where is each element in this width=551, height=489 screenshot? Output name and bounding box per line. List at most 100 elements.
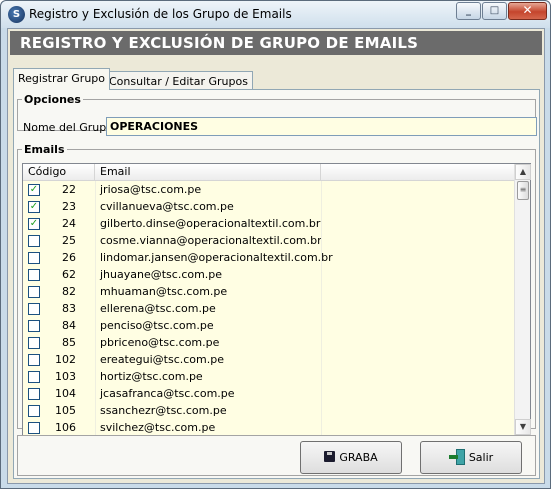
row-code: 83: [62, 302, 76, 315]
list-item[interactable]: 84 penciso@tsc.com.pe: [23, 317, 514, 334]
form-title: REGISTRO Y EXCLUSIÓN DE GRUPO DE EMAILS: [20, 34, 419, 52]
row-email: svilchez@tsc.com.pe: [100, 421, 216, 434]
title-bar[interactable]: S Registro y Exclusión de los Grupo de E…: [1, 1, 550, 28]
tab-panel-registrar: Opciones Nome del Grupo: OPERACIONES Ema…: [13, 89, 540, 479]
tab-consultar-editar-grupos[interactable]: Consultar / Editar Grupos: [104, 71, 253, 91]
graba-button[interactable]: GRABA: [300, 441, 402, 474]
chevron-down-icon: ▼: [519, 422, 527, 431]
column-divider: [95, 181, 96, 435]
scroll-thumb[interactable]: ≡: [517, 181, 529, 200]
row-email: jcasafranca@tsc.com.pe: [100, 387, 235, 400]
row-checkbox[interactable]: [28, 371, 40, 383]
opciones-legend: Opciones: [24, 93, 81, 106]
row-checkbox[interactable]: ✓: [28, 201, 40, 213]
maximize-button[interactable]: □: [482, 2, 507, 20]
row-checkbox[interactable]: ✓: [28, 184, 40, 196]
list-item[interactable]: 103 hortiz@tsc.com.pe: [23, 368, 514, 385]
window-title: Registro y Exclusión de los Grupo de Ema…: [29, 7, 292, 21]
scroll-up-button[interactable]: ▲: [515, 164, 531, 180]
chevron-up-icon: ▲: [519, 167, 527, 176]
list-item[interactable]: 83 ellerena@tsc.com.pe: [23, 300, 514, 317]
row-checkbox[interactable]: [28, 252, 40, 264]
row-code: 104: [55, 387, 76, 400]
row-code: 62: [62, 268, 76, 281]
row-email: mhuaman@tsc.com.pe: [100, 285, 228, 298]
form-header: REGISTRO Y EXCLUSIÓN DE GRUPO DE EMAILS: [10, 31, 542, 55]
row-checkbox[interactable]: [28, 286, 40, 298]
salir-button[interactable]: Salir: [420, 441, 522, 474]
column-divider: [321, 181, 322, 435]
list-rows: ✓ 22 jriosa@tsc.com.pe ✓ 23 cvillanueva@tsc.c…: [23, 181, 514, 435]
group-name-input[interactable]: OPERACIONES: [106, 117, 537, 136]
row-email: ellerena@tsc.com.pe: [100, 302, 216, 315]
row-email: penciso@tsc.com.pe: [100, 319, 214, 332]
list-item[interactable]: 85 pbriceno@tsc.com.pe: [23, 334, 514, 351]
row-email: jhuayane@tsc.com.pe: [100, 268, 223, 281]
tab-registrar-grupo[interactable]: Registrar Grupo: [13, 68, 111, 90]
row-checkbox[interactable]: [28, 354, 40, 366]
row-checkbox[interactable]: [28, 388, 40, 400]
row-code: 26: [62, 251, 76, 264]
salir-label: Salir: [468, 451, 494, 464]
close-button[interactable]: ✕: [508, 2, 547, 20]
row-email: gilberto.dinse@operacionaltextil.com.br: [100, 217, 321, 230]
row-email: pbriceno@tsc.com.pe: [100, 336, 220, 349]
maximize-icon: □: [489, 5, 500, 16]
graba-label: GRABA: [339, 451, 378, 464]
button-area: GRABA Salir: [17, 435, 536, 476]
list-item[interactable]: 104 jcasafranca@tsc.com.pe: [23, 385, 514, 402]
row-code: 24: [62, 217, 76, 230]
group-name-label: Nome del Grupo:: [23, 121, 117, 134]
list-item[interactable]: 62 jhuayane@tsc.com.pe: [23, 266, 514, 283]
emails-group: Emails Código Email ✓ 22 jriosa@tsc.com.pe…: [17, 143, 536, 436]
list-item[interactable]: 105 ssanchezr@tsc.com.pe: [23, 402, 514, 419]
exit-door-icon: [448, 449, 465, 465]
column-header-blank: [321, 164, 514, 181]
row-checkbox[interactable]: [28, 405, 40, 417]
vertical-scrollbar[interactable]: ▲ ≡ ▼: [514, 164, 531, 435]
row-code: 103: [55, 370, 76, 383]
row-code: 102: [55, 353, 76, 366]
emails-list[interactable]: Código Email ✓ 22 jriosa@tsc.com.pe ✓ 23 cvil…: [22, 163, 531, 436]
row-code: 25: [62, 234, 76, 247]
list-item[interactable]: 26 lindomar.jansen@operacionaltextil.com.…: [23, 249, 514, 266]
row-checkbox[interactable]: ✓: [28, 218, 40, 230]
app-window: S Registro y Exclusión de los Grupo de E…: [0, 0, 551, 489]
floppy-disk-icon: [324, 451, 336, 462]
list-item[interactable]: 25 cosme.vianna@operacionaltextil.com.br: [23, 232, 514, 249]
row-checkbox[interactable]: [28, 422, 40, 434]
list-item[interactable]: ✓ 23 cvillanueva@tsc.com.pe: [23, 198, 514, 215]
row-checkbox[interactable]: [28, 320, 40, 332]
row-checkbox[interactable]: [28, 303, 40, 315]
list-item[interactable]: ✓ 22 jriosa@tsc.com.pe: [23, 181, 514, 198]
row-checkbox[interactable]: [28, 235, 40, 247]
row-email: cvillanueva@tsc.com.pe: [100, 200, 234, 213]
column-header-email[interactable]: Email: [95, 164, 321, 181]
list-item[interactable]: 82 mhuaman@tsc.com.pe: [23, 283, 514, 300]
list-item[interactable]: 106 svilchez@tsc.com.pe: [23, 419, 514, 435]
minimize-icon: _: [466, 5, 471, 16]
row-code: 106: [55, 421, 76, 434]
row-code: 22: [62, 183, 76, 196]
row-email: lindomar.jansen@operacionaltextil.com.br: [100, 251, 333, 264]
row-code: 82: [62, 285, 76, 298]
row-code: 23: [62, 200, 76, 213]
scroll-down-button[interactable]: ▼: [515, 419, 531, 435]
row-email: jriosa@tsc.com.pe: [100, 183, 202, 196]
row-checkbox[interactable]: [28, 269, 40, 281]
app-logo-icon[interactable]: S: [8, 6, 25, 23]
row-email: cosme.vianna@operacionaltextil.com.br: [100, 234, 322, 247]
list-header: Código Email: [23, 164, 514, 181]
row-checkbox[interactable]: [28, 337, 40, 349]
opciones-group: Opciones Nome del Grupo: OPERACIONES: [17, 93, 537, 136]
row-email: hortiz@tsc.com.pe: [100, 370, 203, 383]
emails-legend: Emails: [24, 143, 65, 156]
row-code: 85: [62, 336, 76, 349]
list-item[interactable]: 102 ereategui@tsc.com.pe: [23, 351, 514, 368]
row-code: 105: [55, 404, 76, 417]
row-code: 84: [62, 319, 76, 332]
row-email: ssanchezr@tsc.com.pe: [100, 404, 227, 417]
minimize-button[interactable]: _: [456, 2, 481, 20]
column-header-codigo[interactable]: Código: [23, 164, 95, 181]
list-item[interactable]: ✓ 24 gilberto.dinse@operacionaltextil.com.…: [23, 215, 514, 232]
